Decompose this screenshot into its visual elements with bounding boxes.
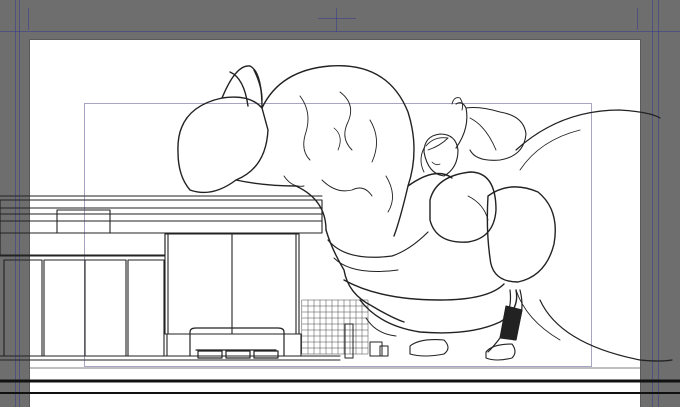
storefront bbox=[0, 195, 341, 361]
fence bbox=[301, 299, 369, 355]
ground bbox=[0, 367, 680, 394]
street-props bbox=[344, 323, 389, 359]
small-figure bbox=[409, 97, 527, 361]
bench bbox=[189, 327, 285, 359]
line-art bbox=[0, 65, 680, 394]
giant-character bbox=[177, 65, 556, 337]
tail bbox=[515, 109, 673, 362]
drawing-canvas[interactable] bbox=[0, 0, 680, 407]
